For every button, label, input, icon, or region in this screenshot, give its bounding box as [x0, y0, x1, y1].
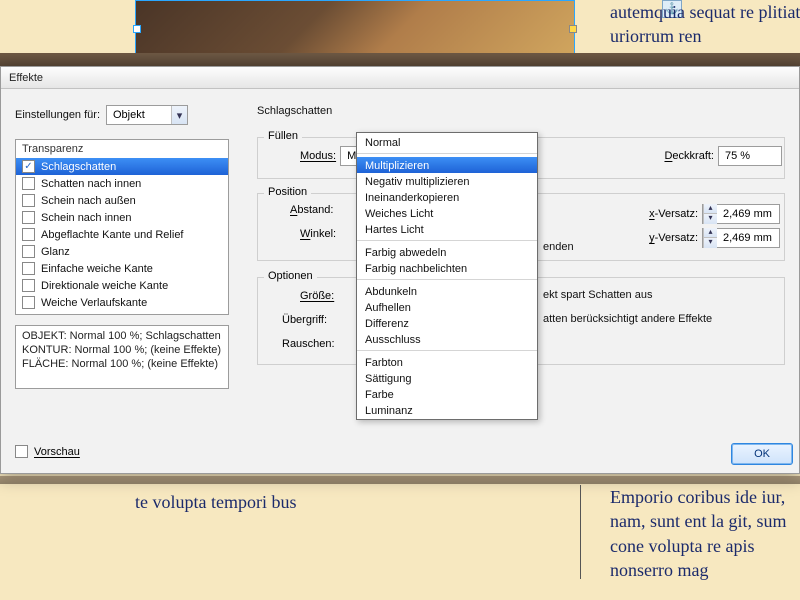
effects-list[interactable]: Transparenz ✓ Schlagschatten Schatten nach…: [15, 139, 229, 315]
yversatz-value: 2,469 mm: [717, 232, 779, 244]
effect-label: Einfache weiche Kante: [41, 263, 153, 275]
dropdown-option[interactable]: Hartes Licht: [357, 221, 537, 237]
rauschen-label: Rauschen:: [282, 338, 335, 350]
preview-checkbox-row[interactable]: Vorschau: [15, 445, 80, 458]
effects-item[interactable]: Schein nach innen: [16, 209, 228, 226]
chevron-down-icon: ▾: [171, 106, 187, 124]
effect-label: Schatten nach innen: [41, 178, 141, 190]
effect-checkbox[interactable]: ✓: [22, 160, 35, 173]
effect-label: Abgeflachte Kante und Relief: [41, 229, 184, 241]
effect-label: Schein nach außen: [41, 195, 136, 207]
groesse-label: Größe:: [300, 290, 334, 302]
dropdown-option[interactable]: Farbe: [357, 386, 537, 402]
image-shadow-strip-lower: [0, 476, 800, 484]
deckkraft-label: DDeckkraft:eckkraft:: [664, 150, 714, 162]
yversatz-label: y-Versatz:: [649, 232, 698, 244]
xversatz-value: 2,469 mm: [717, 208, 779, 220]
dropdown-option[interactable]: Luminanz: [357, 402, 537, 418]
effects-item[interactable]: Schein nach außen: [16, 192, 228, 209]
effect-checkbox[interactable]: [22, 194, 35, 207]
panel-title: Schlagschatten: [257, 105, 332, 117]
abstand-label: Abstand:: [290, 204, 333, 216]
dropdown-option[interactable]: Negativ multiplizieren: [357, 173, 537, 189]
dropdown-option[interactable]: Ausschluss: [357, 331, 537, 347]
modus-dropdown[interactable]: Normal MultiplizierenNegativ multiplizier…: [356, 132, 538, 420]
dropdown-separator: [357, 279, 537, 280]
dropdown-option[interactable]: Abdunkeln: [357, 283, 537, 299]
effects-item[interactable]: Weiche Verlaufskante: [16, 294, 228, 311]
xversatz-label: x-Versatz:: [649, 208, 698, 220]
effect-label: Schein nach innen: [41, 212, 132, 224]
effect-label: Glanz: [41, 246, 70, 258]
group-optionen-legend: Optionen: [264, 270, 317, 282]
dropdown-option[interactable]: Multiplizieren: [357, 157, 537, 173]
effects-item[interactable]: Abgeflachte Kante und Relief: [16, 226, 228, 243]
effect-checkbox[interactable]: [22, 262, 35, 275]
body-text-bottom-right: Emporio coribus ide iur, nam, sunt ent l…: [610, 485, 800, 582]
deckkraft-input[interactable]: 75 %: [718, 146, 782, 166]
truncated-text: enden: [543, 241, 574, 253]
effect-label: Direktionale weiche Kante: [41, 280, 168, 292]
group-fuellen-legend: Füllen: [264, 130, 302, 142]
summary-line: KONTUR: Normal 100 %; (keine Effekte): [22, 344, 222, 358]
dropdown-option[interactable]: Differenz: [357, 315, 537, 331]
xversatz-input[interactable]: ▴▾ 2,469 mm: [702, 204, 780, 224]
dialog-title: Effekte: [1, 67, 799, 89]
dropdown-option[interactable]: Sättigung: [357, 370, 537, 386]
modus-label: Modus:: [300, 150, 336, 162]
effects-item[interactable]: ✓ Schlagschatten: [16, 158, 228, 175]
summary-line: FLÄCHE: Normal 100 %; (keine Effekte): [22, 358, 222, 372]
summary-line: OBJEKT: Normal 100 %; Schlagschatten: [22, 330, 222, 344]
effects-item[interactable]: Einfache weiche Kante: [16, 260, 228, 277]
dropdown-option[interactable]: Farbton: [357, 354, 537, 370]
effects-item[interactable]: Schatten nach innen: [16, 175, 228, 192]
effect-label: Weiche Verlaufskante: [41, 297, 147, 309]
placed-image-frame[interactable]: [135, 0, 575, 54]
spinner[interactable]: ▴▾: [703, 228, 717, 248]
preview-label: Vorschau: [34, 446, 80, 458]
dropdown-separator: [357, 240, 537, 241]
effect-checkbox[interactable]: [22, 279, 35, 292]
dropdown-option[interactable]: Aufhellen: [357, 299, 537, 315]
winkel-label: Winkel:: [300, 228, 336, 240]
ok-button[interactable]: OK: [731, 443, 793, 465]
effect-checkbox[interactable]: [22, 296, 35, 309]
preview-checkbox[interactable]: [15, 445, 28, 458]
effects-item[interactable]: Direktionale weiche Kante: [16, 277, 228, 294]
spinner[interactable]: ▴▾: [703, 204, 717, 224]
uebergriff-label: Übergriff:: [282, 314, 327, 326]
deckkraft-value: 75 %: [719, 150, 781, 162]
effect-checkbox[interactable]: [22, 245, 35, 258]
settings-for-combo[interactable]: Objekt ▾: [106, 105, 188, 125]
dropdown-separator: [357, 350, 537, 351]
truncated-text: ekt spart Schatten aus: [543, 289, 652, 301]
group-position-legend: Position: [264, 186, 311, 198]
dropdown-option[interactable]: Normal: [357, 134, 537, 150]
dropdown-option[interactable]: Farbig nachbelichten: [357, 260, 537, 276]
body-text-bottom-left: te volupta tempori bus: [135, 490, 555, 514]
truncated-text: atten berücksichtigt andere Effekte: [543, 313, 712, 325]
effects-heading: Transparenz: [16, 140, 228, 158]
effect-checkbox[interactable]: [22, 177, 35, 190]
effect-checkbox[interactable]: [22, 211, 35, 224]
dropdown-option[interactable]: Farbig abwedeln: [357, 244, 537, 260]
yversatz-input[interactable]: ▴▾ 2,469 mm: [702, 228, 780, 248]
effect-label: Schlagschatten: [41, 161, 116, 173]
dropdown-option[interactable]: Weiches Licht: [357, 205, 537, 221]
dropdown-separator: [357, 153, 537, 154]
body-text-top: autemquia sequat re plitiat uriorrum ren: [610, 0, 800, 49]
settings-for-value: Objekt: [107, 109, 171, 121]
settings-for-label: Einstellungen für:: [15, 109, 100, 121]
effects-item[interactable]: Glanz: [16, 243, 228, 260]
effects-summary: OBJEKT: Normal 100 %; Schlagschatten KON…: [15, 325, 229, 389]
dropdown-option[interactable]: Ineinanderkopieren: [357, 189, 537, 205]
effect-checkbox[interactable]: [22, 228, 35, 241]
